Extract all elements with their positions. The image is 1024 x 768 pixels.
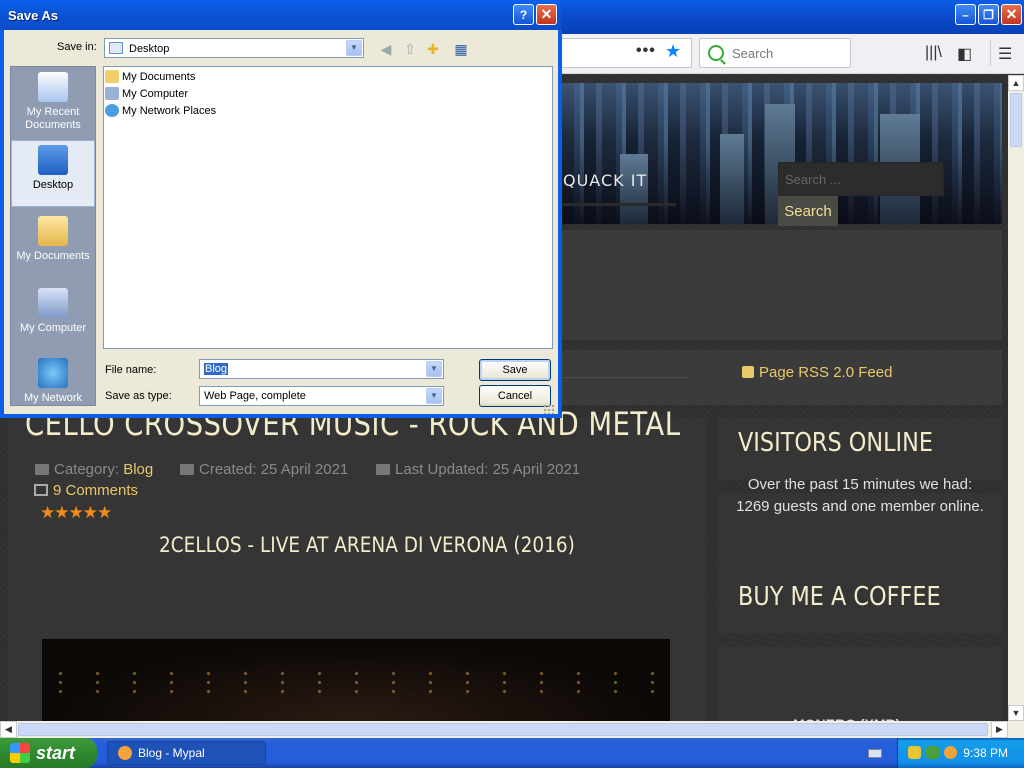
site-search-input[interactable]: Search ...	[778, 162, 944, 196]
sidebar-icon[interactable]: ◧	[957, 44, 972, 64]
calendar-icon	[376, 464, 390, 475]
visitors-text: Over the past 15 minutes we had: 1269 gu…	[736, 476, 984, 515]
page-actions-menu-icon[interactable]: •••	[636, 42, 656, 60]
chevron-down-icon[interactable]: ▼	[346, 40, 362, 56]
visitors-title: VISITORS ONLINE	[738, 428, 934, 458]
save-as-type-label: Save as type:	[105, 390, 172, 402]
scroll-right-arrow-icon[interactable]: ▶	[991, 721, 1008, 738]
scroll-left-arrow-icon[interactable]: ◀	[0, 721, 17, 738]
resize-grip[interactable]	[543, 404, 555, 414]
coffee-title: BUY ME A COFFEE	[738, 582, 941, 612]
place-my-network[interactable]: My Network	[11, 358, 95, 404]
rss-feed-link[interactable]: Page RSS 2.0 Feed	[742, 364, 892, 381]
site-search-button[interactable]: Search	[778, 196, 838, 226]
save-in-dropdown[interactable]: Desktop ▼	[104, 38, 364, 58]
cancel-button[interactable]: Cancel	[479, 385, 551, 407]
dialog-close-button[interactable]: ✕	[536, 4, 557, 25]
restore-button[interactable]: ❐	[978, 4, 999, 25]
bookmark-star-icon[interactable]: ★	[665, 41, 681, 62]
back-icon[interactable]: ◀	[377, 40, 395, 58]
chevron-down-icon[interactable]: ▼	[426, 361, 442, 377]
toolbar-separator	[990, 40, 991, 66]
my-computer-icon	[38, 288, 68, 318]
video-player[interactable]	[42, 639, 670, 721]
scroll-up-arrow-icon[interactable]: ▲	[1008, 75, 1024, 91]
my-network-icon	[38, 358, 68, 388]
hamburger-menu-icon[interactable]: ☰	[998, 44, 1012, 64]
video-title: 2CELLOS - LIVE AT ARENA DI VERONA (2016)	[159, 533, 575, 557]
comments-link[interactable]: 9 Comments	[34, 482, 138, 499]
search-tray-icon[interactable]	[944, 746, 957, 759]
new-folder-icon[interactable]: ✚	[424, 40, 442, 58]
browser-search-placeholder: Search	[732, 46, 774, 61]
dialog-title: Save As	[8, 8, 59, 23]
help-button[interactable]: ?	[513, 4, 534, 25]
vertical-scroll-thumb[interactable]	[1010, 93, 1022, 147]
windows-flag-icon	[10, 743, 30, 763]
scroll-corner	[1008, 721, 1024, 738]
place-desktop[interactable]: Desktop	[11, 140, 95, 207]
dialog-titlebar[interactable]: Save As	[0, 0, 562, 30]
file-name-field[interactable]: Blog ▼	[199, 359, 444, 379]
place-my-documents[interactable]: My Documents	[11, 216, 95, 264]
horizontal-scrollbar[interactable]: ◀ ▶	[0, 721, 1008, 738]
clock: 9:38 PM	[963, 746, 1008, 760]
article-created: Created: 25 April 2021	[180, 461, 348, 478]
calendar-icon	[180, 464, 194, 475]
recent-documents-icon	[38, 72, 68, 102]
save-in-label: Save in:	[57, 41, 97, 53]
save-as-type-dropdown[interactable]: Web Page, complete ▼	[199, 386, 444, 406]
scroll-down-arrow-icon[interactable]: ▼	[1008, 705, 1024, 721]
network-icon	[105, 104, 119, 117]
list-item[interactable]: My Network Places	[105, 104, 216, 117]
list-item[interactable]: My Computer	[105, 87, 188, 100]
views-menu-icon[interactable]: ▦	[450, 40, 472, 58]
folder-icon	[35, 464, 49, 475]
keyboard-icon[interactable]	[868, 749, 882, 758]
save-as-dialog: Save As ? ✕ Save in: Desktop ▼ ◀ ⇧ ✚ ▦ M…	[0, 0, 562, 418]
rss-icon	[742, 366, 754, 378]
desktop-small-icon	[109, 42, 123, 54]
file-name-label: File name:	[105, 364, 157, 376]
mypal-icon	[118, 746, 132, 760]
nav-underline	[560, 203, 676, 206]
start-button[interactable]: start	[0, 738, 97, 768]
search-engine-icon	[708, 45, 724, 61]
folder-icon	[105, 70, 119, 83]
computer-icon	[105, 87, 119, 100]
browser-search-input[interactable]: Search	[699, 38, 851, 68]
coffee-box	[718, 647, 1002, 721]
desktop-icon	[38, 145, 68, 175]
article-updated: Last Updated: 25 April 2021	[376, 461, 580, 478]
chevron-down-icon[interactable]: ▼	[426, 388, 442, 404]
place-recent-documents[interactable]: My Recent Documents	[11, 72, 95, 134]
close-window-button[interactable]: ✕	[1001, 4, 1022, 25]
vertical-scrollbar[interactable]: ▲ ▼	[1008, 75, 1024, 721]
system-tray: 9:38 PM	[897, 738, 1024, 768]
security-shield-icon[interactable]	[908, 746, 921, 759]
network-status-icon[interactable]	[926, 746, 939, 759]
nav-panel	[560, 230, 1002, 340]
category-link[interactable]: Blog	[123, 461, 153, 478]
list-item[interactable]: My Documents	[105, 70, 195, 83]
horizontal-scroll-thumb[interactable]	[18, 723, 988, 736]
place-my-computer[interactable]: My Computer	[11, 288, 95, 336]
save-button[interactable]: Save	[479, 359, 551, 381]
comment-icon	[34, 484, 48, 496]
nav-link-quack-it[interactable]: QUACK IT	[563, 171, 647, 190]
rating-stars[interactable]: ★★★★★	[40, 503, 112, 523]
taskbar-item-browser[interactable]: Blog - Mypal	[107, 741, 266, 765]
up-folder-icon[interactable]: ⇧	[401, 40, 419, 58]
article-category: Category: Blog	[35, 461, 153, 478]
my-documents-icon	[38, 216, 68, 246]
library-icon[interactable]: |||\	[925, 44, 942, 62]
minimize-button[interactable]: –	[955, 4, 976, 25]
